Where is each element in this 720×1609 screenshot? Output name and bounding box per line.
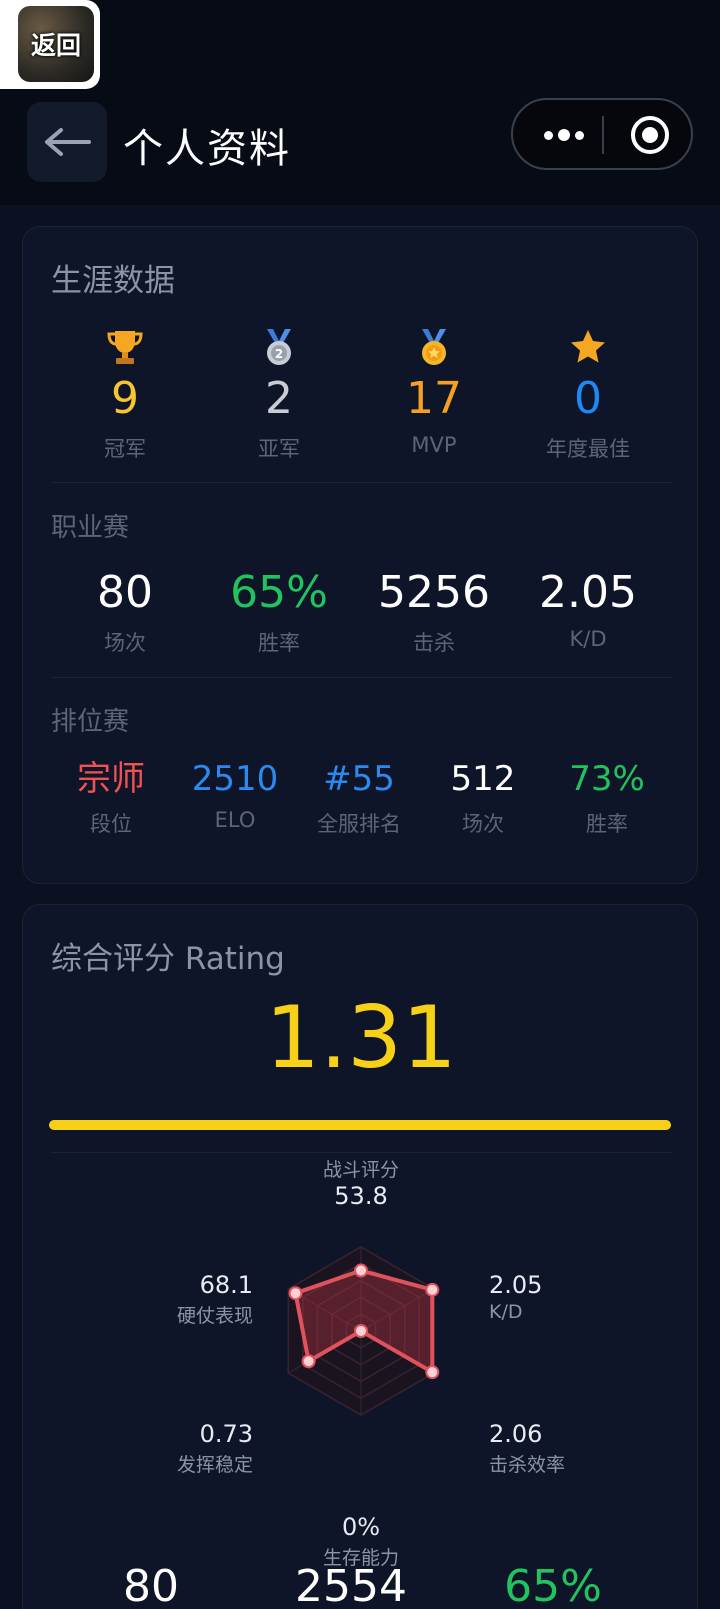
pro-stat-value: 5256: [378, 567, 490, 618]
mini-program-capsule: [511, 98, 693, 170]
honor-stat-value: 17: [406, 373, 462, 424]
pro-stat: 5256 击杀: [354, 571, 514, 657]
trophy-icon: [107, 331, 143, 364]
pro-stat: 2.05 K/D: [508, 567, 668, 652]
honor-stat: 17 MVP: [354, 373, 514, 458]
pro-stat: 80 场次: [45, 571, 205, 657]
rating-value: 1.31: [265, 988, 457, 1088]
page-title: 个人资料: [123, 126, 291, 172]
rating-bottom-stat-value: 65%: [504, 1561, 602, 1609]
honor-stat: 2 亚军: [199, 377, 359, 463]
pro-stat: 65% 胜率: [199, 571, 359, 657]
ranked-stat-label: 胜率: [586, 812, 628, 836]
arrow-left-icon: [45, 128, 91, 156]
rating-bottom-stat: 80: [71, 1565, 231, 1609]
star-icon: [571, 330, 605, 363]
career-card: 生涯数据 2 职业赛 排位赛 9 冠军 2 亚军 17 MVP 0 年度最佳 80 场次 65% 胜率…: [22, 226, 698, 884]
pro-title: 职业赛: [51, 513, 130, 543]
radar-point: [354, 1324, 368, 1338]
honor-stat-label: 年度最佳: [546, 437, 630, 461]
honor-stat-label: 亚军: [258, 437, 300, 461]
pro-stat-label: K/D: [569, 627, 607, 651]
pro-stat-label: 击杀: [413, 631, 455, 655]
honor-stat: 9 冠军: [45, 377, 205, 463]
pro-stat-value: 65%: [230, 567, 328, 618]
capsule-divider: [602, 116, 604, 154]
more-dots-icon[interactable]: [537, 122, 591, 148]
gold-medal-icon: [422, 329, 446, 365]
honor-stat-value: 9: [111, 373, 139, 424]
pro-stat-value: 2.05: [539, 567, 637, 618]
ranked-stat: 73% 胜率: [527, 762, 687, 838]
ranked-stat-value: 73%: [569, 759, 645, 799]
back-thumbnail-label: 返回: [30, 31, 81, 60]
honor-stat-label: 冠军: [104, 437, 146, 461]
radar-label-top-left: 68.1 硬仗表现: [176, 1271, 253, 1327]
radar-point: [425, 1365, 440, 1380]
radar-label-top: 战斗评分 53.8: [322, 1159, 399, 1210]
back-thumbnail-button[interactable]: 返回: [0, 0, 100, 89]
radar-point: [301, 1354, 316, 1369]
honor-stat-value: 0: [574, 373, 602, 424]
rating-bottom-stat: 65%: [473, 1565, 633, 1609]
radar-label-bottom-right: 2.06 击杀效率: [489, 1420, 566, 1476]
ranked-title: 排位赛: [51, 707, 130, 737]
pro-stat-value: 80: [97, 567, 153, 618]
radar-label-bottom-left: 0.73 发挥稳定: [176, 1420, 253, 1476]
rating-bottom-stat: 2554: [271, 1565, 431, 1609]
rating-bar-track: [49, 1120, 671, 1130]
honor-stat-label: MVP: [411, 433, 457, 457]
radar-chart: [287, 1246, 440, 1416]
radar-point: [354, 1263, 368, 1278]
rating-bottom-stat-value: 80: [123, 1561, 179, 1609]
divider: [51, 677, 673, 678]
record-target-icon[interactable]: [631, 116, 669, 154]
radar-point: [288, 1286, 303, 1301]
pro-stat-label: 胜率: [258, 631, 300, 655]
rating-bottom-stat-value: 2554: [295, 1561, 407, 1609]
radar-point: [425, 1282, 440, 1297]
pro-stat-label: 场次: [104, 631, 146, 655]
career-title: 生涯数据: [51, 263, 175, 299]
rating-title: 综合评分 Rating: [51, 941, 285, 977]
rating-card: 综合评分 Rating 1.31 战斗评分 53.8 68.1 硬仗表现 2.0…: [22, 904, 698, 1609]
rating-bar-fill: [49, 1120, 671, 1130]
svg-text:2: 2: [275, 347, 283, 361]
divider: [51, 482, 673, 483]
honor-stat-value: 2: [265, 373, 293, 424]
silver-medal-icon: 2: [267, 329, 291, 365]
honor-stat: 0 年度最佳: [508, 377, 668, 463]
back-button[interactable]: [27, 102, 107, 182]
radar-label-top-right: 2.05 K/D: [489, 1271, 543, 1323]
